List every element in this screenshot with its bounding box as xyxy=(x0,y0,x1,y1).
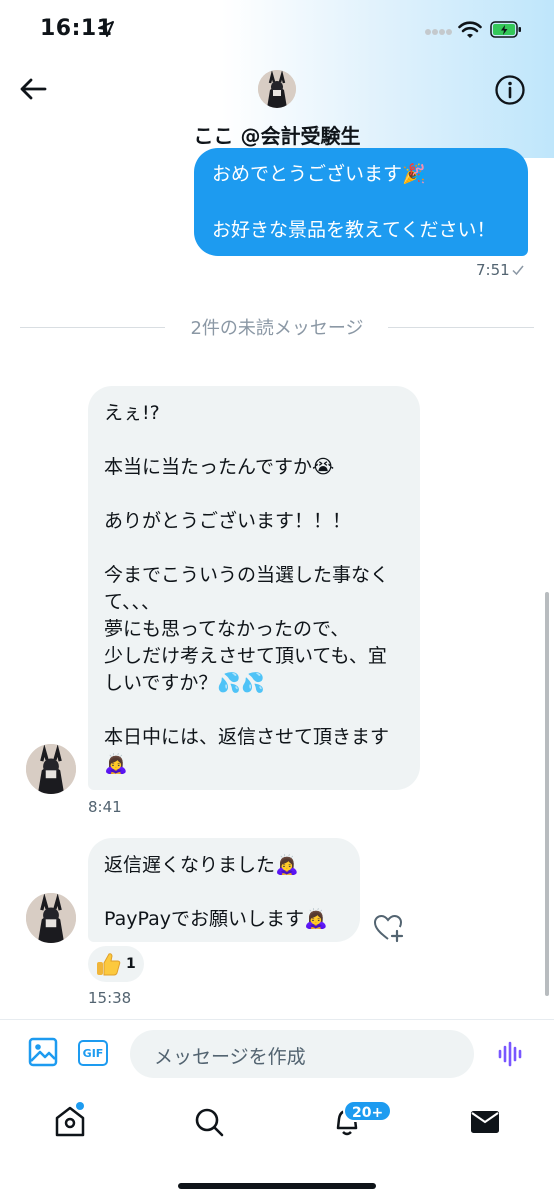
sender-avatar[interactable] xyxy=(26,893,76,943)
message-text: しいですか？💦💦 xyxy=(104,672,265,694)
message-spacer xyxy=(104,697,404,724)
scrollbar[interactable] xyxy=(545,592,549,996)
voice-message-icon[interactable] xyxy=(497,1040,525,1068)
message-text: 🙇‍♀️ xyxy=(104,753,128,775)
reaction-count: 1 xyxy=(126,956,136,972)
avatar-image xyxy=(26,744,76,794)
message-text: て、、、 xyxy=(104,591,161,613)
notifications-badge: 20+ xyxy=(343,1100,393,1122)
header-avatar[interactable] xyxy=(258,70,296,108)
image-icon[interactable] xyxy=(28,1037,58,1067)
heart-add-icon[interactable] xyxy=(372,912,404,944)
thumbs-up-icon xyxy=(97,953,121,976)
home-notification-dot xyxy=(76,1102,84,1110)
message-text: 本日中には、返信させて頂きます xyxy=(104,726,390,748)
message-text: 少しだけ考えさせて頂いても、宜 xyxy=(104,645,387,667)
message-text: 返信遅くなりました🙇‍♀️ xyxy=(104,854,299,876)
message-text: えぇ!? xyxy=(104,402,160,424)
divider-line-right xyxy=(388,327,534,328)
message-text: PayPayでお願いします🙇‍♀️ xyxy=(104,908,328,930)
message-spacer xyxy=(104,427,404,454)
conversation-title: ここ @会計受験生 xyxy=(193,124,361,148)
reaction-chip[interactable]: 1 xyxy=(88,946,144,982)
battery-charging-icon xyxy=(490,21,521,38)
back-button[interactable] xyxy=(18,74,48,104)
message-input[interactable]: メッセージを作成 xyxy=(130,1030,474,1078)
status-bar: 16:11 xyxy=(0,0,554,158)
message-text: ありがとうございます！！！ xyxy=(104,510,352,532)
checkmark-icon xyxy=(512,265,524,276)
message-text: 今までこういうの当選した事なく xyxy=(104,564,390,586)
message-text: お好きな景品を教えてください！ xyxy=(212,219,496,241)
search-icon[interactable] xyxy=(193,1106,225,1138)
message-spacer xyxy=(104,481,404,508)
avatar-image xyxy=(26,893,76,943)
received-message-bubble[interactable]: 返信遅くなりました🙇‍♀️ PayPayでお願いします🙇‍♀️ xyxy=(88,838,360,942)
info-icon[interactable] xyxy=(494,74,526,106)
message-text: 本当に当たったんですか😭 xyxy=(104,456,335,478)
envelope-icon[interactable] xyxy=(470,1108,500,1136)
wifi-icon xyxy=(458,21,482,38)
received-message-time: 15:38 xyxy=(88,989,132,1007)
cellular-signal-icon xyxy=(425,29,452,35)
message-text: おめでとうございます🎉 xyxy=(212,163,426,185)
home-indicator xyxy=(178,1183,376,1189)
avatar-image xyxy=(258,70,296,108)
gif-button[interactable]: GIF xyxy=(78,1040,108,1066)
received-message-time: 8:41 xyxy=(88,798,122,816)
message-spacer xyxy=(212,188,510,216)
sent-message-bubble[interactable]: おめでとうございます🎉 お好きな景品を教えてください！ xyxy=(194,148,528,256)
message-spacer xyxy=(104,879,344,906)
location-arrow-icon xyxy=(98,21,114,37)
sender-avatar[interactable] xyxy=(26,744,76,794)
received-message-bubble[interactable]: えぇ!? 本当に当たったんですか😭 ありがとうございます！！！ 今までこういうの… xyxy=(88,386,420,790)
message-spacer xyxy=(104,535,404,562)
message-text: 夢にも思ってなかったので、 xyxy=(104,618,350,640)
sent-message-time: 7:51 xyxy=(476,261,510,279)
